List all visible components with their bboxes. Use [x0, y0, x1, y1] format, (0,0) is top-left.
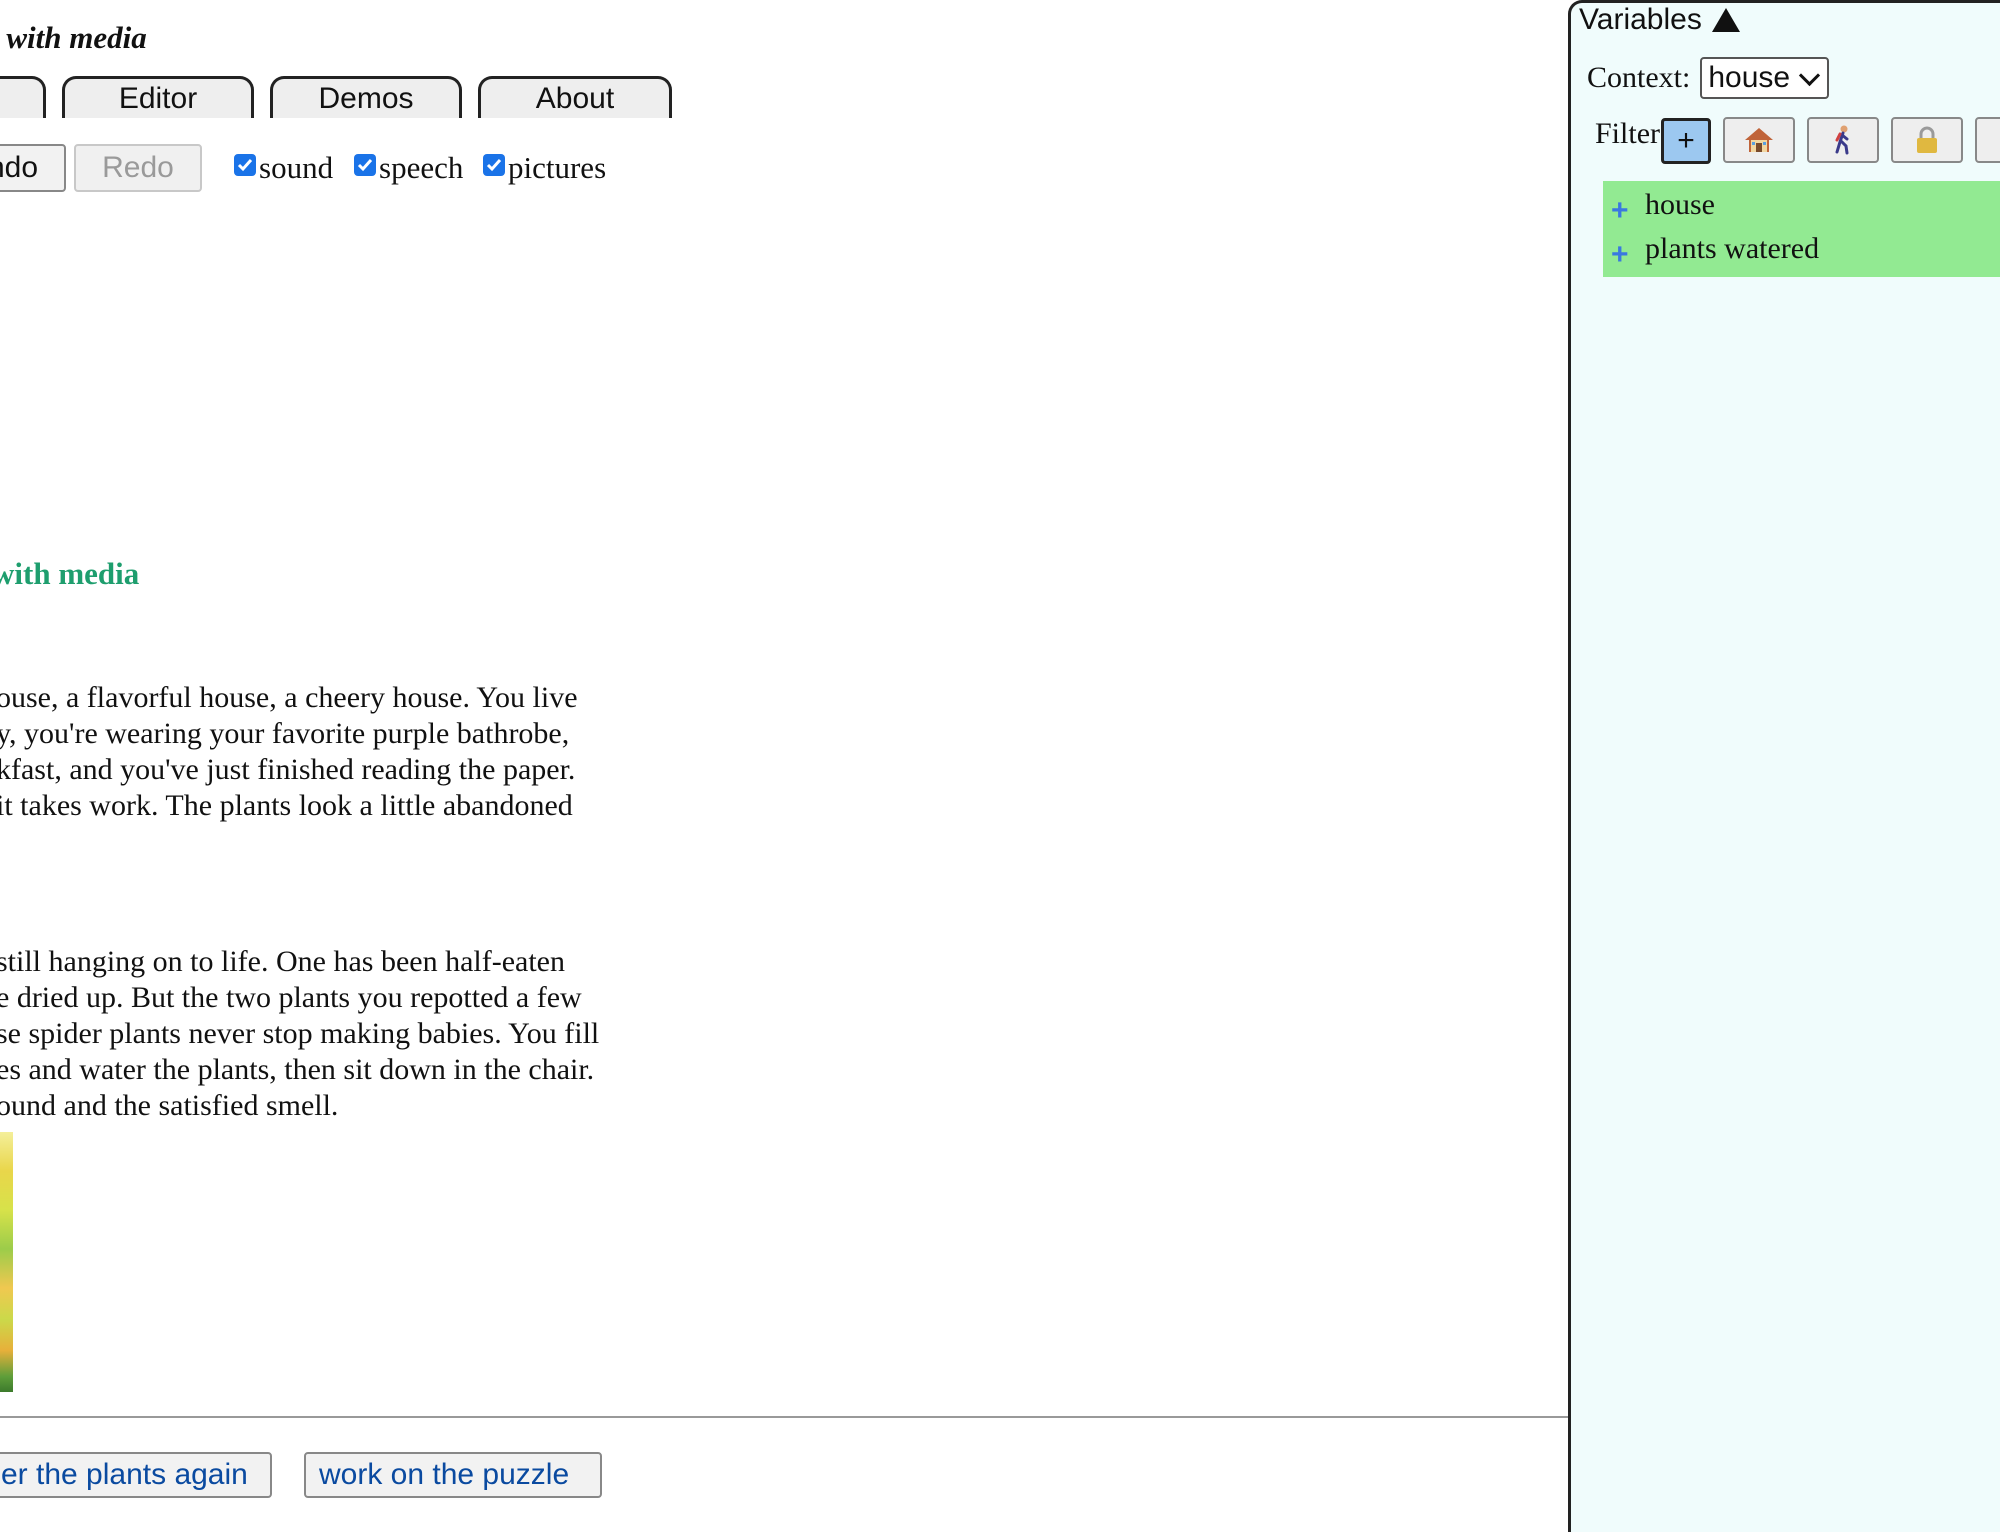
story-paragraph-1: ouse, a flavorful house, a cheery house.…: [0, 680, 578, 824]
story-pane: l with media Editor Demos About ndo Redo…: [0, 0, 1568, 1532]
tab-about[interactable]: About: [478, 76, 672, 118]
house-icon: [1745, 128, 1773, 152]
filter-all-button[interactable]: +: [1661, 118, 1711, 164]
undo-button[interactable]: ndo: [0, 144, 66, 192]
variable-item-plants-watered[interactable]: + plants watered: [1603, 227, 2000, 271]
paragraph-line: y, you're wearing your favorite purple b…: [0, 717, 570, 750]
context-row: Context: house: [1587, 57, 1830, 99]
paragraph-line: kfast, and you've just finished reading …: [0, 753, 576, 786]
paragraph-line: ouse, a flavorful house, a cheery house.…: [0, 681, 578, 714]
filter-lock-button[interactable]: [1891, 117, 1963, 163]
section-title: with media: [0, 556, 140, 591]
redo-button[interactable]: Redo: [74, 144, 202, 192]
variables-panel: Variables Context: house Filter: + + hou…: [1568, 0, 2000, 1532]
paragraph-line: se spider plants never stop making babie…: [0, 1017, 600, 1050]
person-walking-icon: [1835, 125, 1849, 155]
variable-name: house: [1645, 188, 1715, 221]
story-paragraph-2: still hanging on to life. One has been h…: [0, 944, 599, 1124]
variables-title: Variables: [1579, 3, 1702, 36]
context-select[interactable]: house: [1700, 57, 1830, 99]
paragraph-line: still hanging on to life. One has been h…: [0, 945, 565, 978]
variable-list: + house + plants watered: [1603, 181, 2000, 277]
lock-icon: [1917, 126, 1937, 153]
speech-checkbox[interactable]: [354, 154, 376, 176]
plus-icon: +: [1677, 124, 1695, 157]
checkmark-icon: [237, 159, 253, 172]
speech-toggle[interactable]: speech: [354, 150, 463, 186]
tab-demos[interactable]: Demos: [270, 76, 462, 118]
choice-work-on-puzzle[interactable]: work on the puzzle: [304, 1452, 602, 1498]
choices-divider: [0, 1416, 1568, 1418]
variable-item-house[interactable]: + house: [1603, 183, 2000, 227]
paragraph-line: ound and the satisfied smell.: [0, 1089, 339, 1122]
context-label: Context:: [1587, 61, 1691, 94]
sound-toggle[interactable]: sound: [234, 150, 333, 186]
pictures-label: pictures: [508, 150, 607, 185]
paragraph-line: e dried up. But the two plants you repot…: [0, 981, 582, 1014]
collapse-triangle-icon[interactable]: [1711, 8, 1740, 32]
choice-water-plants-again[interactable]: er the plants again: [0, 1452, 272, 1498]
pictures-toggle[interactable]: pictures: [483, 150, 606, 186]
speech-label: speech: [379, 150, 464, 185]
story-title: l with media: [0, 20, 147, 55]
tab-play[interactable]: [0, 76, 46, 118]
pictures-checkbox[interactable]: [483, 154, 505, 176]
context-value: house: [1708, 61, 1791, 94]
story-picture: [0, 1132, 13, 1392]
paragraph-line: it takes work. The plants look a little …: [0, 789, 573, 822]
variable-name: plants watered: [1645, 232, 1820, 265]
filter-label: Filter:: [1595, 117, 1669, 150]
sound-label: sound: [259, 150, 334, 185]
checkmark-icon: [357, 159, 373, 172]
expand-plus-icon[interactable]: +: [1611, 194, 1645, 228]
expand-plus-icon[interactable]: +: [1611, 238, 1645, 272]
paragraph-line: es and water the plants, then sit down i…: [0, 1053, 595, 1086]
filter-house-button[interactable]: [1723, 117, 1795, 163]
variables-header[interactable]: Variables: [1579, 3, 1740, 37]
tab-editor[interactable]: Editor: [62, 76, 254, 118]
chevron-down-icon: [1798, 64, 1821, 86]
filter-row: Filter: +: [1595, 117, 2000, 164]
filter-more-button[interactable]: [1975, 117, 2000, 163]
sound-checkbox[interactable]: [234, 154, 256, 176]
checkmark-icon: [486, 159, 502, 172]
filter-person-button[interactable]: [1807, 117, 1879, 163]
